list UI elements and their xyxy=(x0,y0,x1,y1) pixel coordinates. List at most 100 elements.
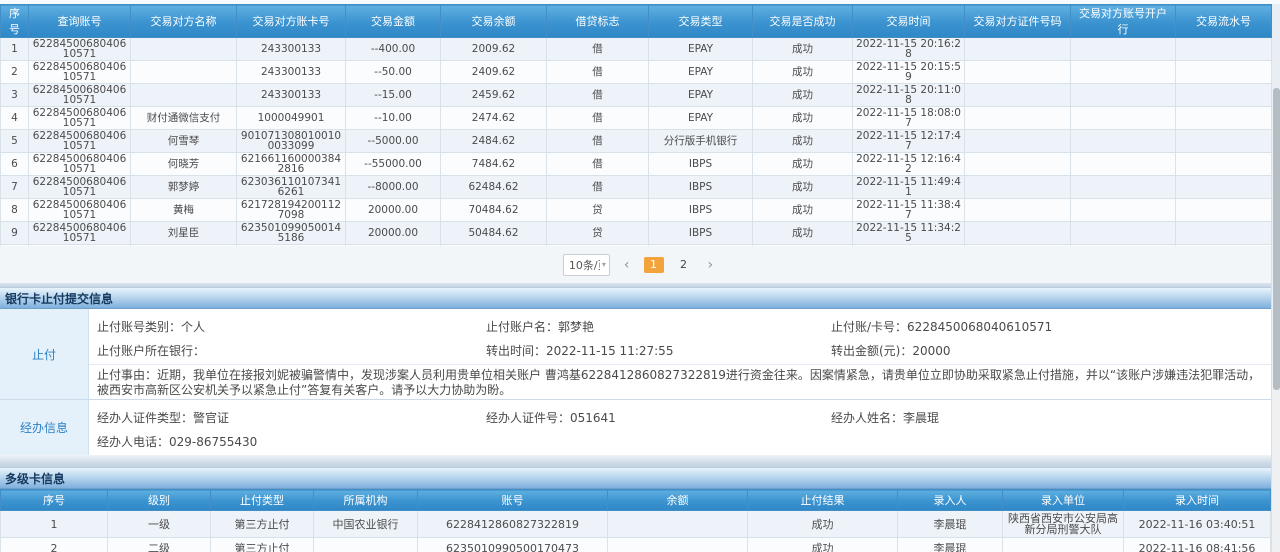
table-cell xyxy=(965,130,1071,153)
table-cell: --8000.00 xyxy=(346,176,441,199)
table-cell: 6228450068040610571 xyxy=(29,176,131,199)
table-cell: 借 xyxy=(547,38,649,61)
table-cell: 成功 xyxy=(753,130,853,153)
page: 序号查询账号交易对方名称交易对方账卡号交易金额交易余额借贷标志交易类型交易是否成… xyxy=(0,0,1280,552)
table-cell: 2022-11-16 08:41:56 xyxy=(1124,538,1271,552)
table-cell: 成功 xyxy=(753,153,853,176)
table-cell xyxy=(131,84,237,107)
table-cell: 2022-11-15 20:11:08 xyxy=(853,84,965,107)
table-cell: 6228450068040610571 xyxy=(29,222,131,245)
column-header: 借贷标志 xyxy=(547,5,649,38)
table-cell: IBPS xyxy=(649,222,753,245)
chevron-down-icon: ▾ xyxy=(602,260,606,269)
table-cell xyxy=(1003,538,1124,552)
handler-id-number: 经办人证件号：051641 xyxy=(486,409,831,426)
table-cell: 第三方止付 xyxy=(211,538,314,552)
table-cell xyxy=(965,61,1071,84)
table-cell: 刘星臣 xyxy=(131,222,237,245)
table-cell: 2022-11-15 18:08:07 xyxy=(853,107,965,130)
table-cell: 1 xyxy=(1,38,29,61)
table-cell: EPAY xyxy=(649,61,753,84)
table-cell: 分行版手机银行 xyxy=(649,130,753,153)
prev-page-button[interactable]: ‹ xyxy=(620,257,634,273)
page-size-select[interactable]: 10条/页 ▾ xyxy=(563,254,610,276)
table-cell: 成功 xyxy=(753,176,853,199)
column-header: 交易金额 xyxy=(346,5,441,38)
table-cell xyxy=(1071,199,1176,222)
column-header: 交易余额 xyxy=(441,5,547,38)
table-cell xyxy=(1071,38,1176,61)
table-cell: 6230361101073416261 xyxy=(237,176,346,199)
table-cell: 财付通微信支付 xyxy=(131,107,237,130)
table-cell xyxy=(1071,153,1176,176)
table-cell: 成功 xyxy=(753,107,853,130)
table-cell: 借 xyxy=(547,84,649,107)
stop-payment-group-label: 止付 xyxy=(0,309,89,399)
table-cell xyxy=(1071,130,1176,153)
table-cell: 2474.62 xyxy=(441,107,547,130)
table-cell: 243300133 xyxy=(237,61,346,84)
table-row: 86228450068040610571黄梅621728194200112709… xyxy=(1,199,1272,222)
table-cell xyxy=(608,538,748,552)
table-cell xyxy=(1176,61,1272,84)
field-row: 经办人电话：029-86755430 xyxy=(89,429,1280,453)
column-header: 序号 xyxy=(1,490,108,511)
table-cell: 2022-11-15 11:34:25 xyxy=(853,222,965,245)
table-cell: 4 xyxy=(1,107,29,130)
scrollbar-thumb[interactable] xyxy=(1273,88,1280,390)
table-cell xyxy=(965,84,1071,107)
table-cell: 成功 xyxy=(753,38,853,61)
table-cell xyxy=(1071,176,1176,199)
page-button-1[interactable]: 1 xyxy=(644,257,664,273)
handler-info-group-label: 经办信息 xyxy=(0,400,89,455)
table-cell xyxy=(1071,222,1176,245)
stop-payment-group: 止付 止付账号类别：个人 止付账户名：郭梦艳 止付账/卡号：6228450068… xyxy=(0,309,1280,399)
table-cell: 贷 xyxy=(547,222,649,245)
table-cell: 借 xyxy=(547,107,649,130)
column-header: 录入单位 xyxy=(1003,490,1124,511)
table-cell xyxy=(1176,130,1272,153)
table-cell: 6228450068040610571 xyxy=(29,107,131,130)
multi-card-table-body: 1一级第三方止付中国农业银行6228412860827322819成功李晨琨陕西… xyxy=(1,511,1271,552)
table-cell: 2 xyxy=(1,61,29,84)
handler-phone: 经办人电话：029-86755430 xyxy=(97,433,486,450)
column-header: 止付结果 xyxy=(748,490,898,511)
table-cell: 20000.00 xyxy=(346,199,441,222)
table-cell: 成功 xyxy=(753,199,853,222)
table-cell: EPAY xyxy=(649,38,753,61)
next-page-button[interactable]: › xyxy=(704,257,718,273)
table-cell: 李晨琨 xyxy=(898,538,1003,552)
vertical-scrollbar[interactable] xyxy=(1271,88,1280,552)
multi-card-table: 序号级别止付类型所属机构账号余额止付结果录入人录入单位录入时间 1一级第三方止付… xyxy=(0,489,1271,552)
table-cell: 6216611600003842816 xyxy=(237,153,346,176)
column-header: 级别 xyxy=(108,490,211,511)
divider-band xyxy=(0,455,1280,467)
table-cell xyxy=(1176,222,1272,245)
table-cell: 成功 xyxy=(748,511,898,538)
table-cell xyxy=(965,222,1071,245)
table-cell: 6217281942001127098 xyxy=(237,199,346,222)
table-cell: 6228450068040610571 xyxy=(29,130,131,153)
handler-info-group-content: 经办人证件类型：警官证 经办人证件号：051641 经办人姓名：李晨琨 经办人电… xyxy=(89,400,1280,455)
header-row: 序号级别止付类型所属机构账号余额止付结果录入人录入单位录入时间 xyxy=(1,490,1271,511)
table-cell: 9 xyxy=(1,222,29,245)
table-cell: 6 xyxy=(1,153,29,176)
stop-account-name: 止付账户名：郭梦艳 xyxy=(486,318,831,335)
table-cell: 2 xyxy=(1,538,108,552)
table-cell xyxy=(1176,176,1272,199)
table-cell xyxy=(1176,107,1272,130)
page-button-2[interactable]: 2 xyxy=(674,257,694,273)
table-cell: 2022-11-15 11:38:47 xyxy=(853,199,965,222)
table-cell xyxy=(965,176,1071,199)
handler-id-type: 经办人证件类型：警官证 xyxy=(97,409,486,426)
multi-card-section-title: 多级卡信息 xyxy=(0,467,1280,489)
table-cell xyxy=(965,38,1071,61)
table-cell xyxy=(131,61,237,84)
transfer-time: 转出时间：2022-11-15 11:27:55 xyxy=(486,342,831,359)
stop-account-type: 止付账号类别：个人 xyxy=(97,318,486,335)
content-rule xyxy=(89,364,1280,365)
table-cell xyxy=(965,199,1071,222)
table-cell xyxy=(131,38,237,61)
table-cell: 2022-11-15 20:16:28 xyxy=(853,38,965,61)
table-cell: 8 xyxy=(1,199,29,222)
